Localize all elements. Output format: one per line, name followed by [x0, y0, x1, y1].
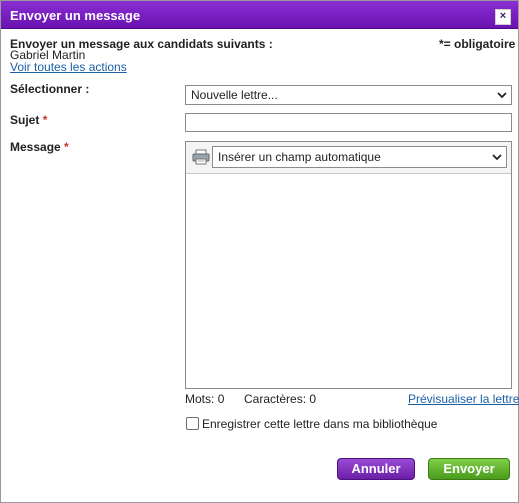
- word-count: Mots: 0: [185, 392, 224, 406]
- required-star: *: [64, 140, 69, 154]
- char-count: Caractères: 0: [244, 392, 316, 406]
- save-to-library-label: Enregistrer cette lettre dans ma bibliot…: [202, 417, 438, 431]
- subject-label-text: Sujet: [10, 113, 40, 127]
- message-editor: Insérer un champ automatique: [185, 141, 512, 389]
- close-icon[interactable]: ×: [500, 10, 506, 22]
- word-count-value: 0: [217, 392, 225, 406]
- subject-label: Sujet *: [10, 113, 47, 127]
- subject-input[interactable]: [185, 113, 512, 132]
- save-to-library-checkbox[interactable]: [186, 417, 199, 430]
- dialog-title: Envoyer un message: [10, 8, 141, 23]
- message-body-textarea[interactable]: [186, 174, 511, 388]
- view-all-actions-link[interactable]: Voir toutes les actions: [10, 60, 127, 74]
- close-button[interactable]: ×: [495, 9, 511, 25]
- dialog-titlebar: Envoyer un message ×: [1, 1, 518, 29]
- char-count-label: Caractères:: [244, 392, 307, 406]
- required-note: *= obligatoire: [439, 37, 516, 51]
- message-label: Message *: [10, 140, 69, 154]
- send-message-dialog: Envoyer un message × Envoyer un message …: [0, 0, 519, 503]
- select-label: Sélectionner :: [10, 82, 90, 96]
- message-label-text: Message: [10, 140, 61, 154]
- letter-template-select[interactable]: Nouvelle lettre...: [185, 85, 512, 105]
- send-button[interactable]: Envoyer: [428, 458, 510, 480]
- preview-letter-link[interactable]: Prévisualiser la lettre: [408, 392, 519, 406]
- chevron-down-icon: [497, 92, 507, 99]
- word-count-label: Mots:: [185, 392, 215, 406]
- insert-field-value: Insérer un champ automatique: [218, 150, 381, 164]
- print-icon[interactable]: [192, 149, 210, 165]
- letter-template-value: Nouvelle lettre...: [191, 88, 278, 102]
- editor-toolbar: Insérer un champ automatique: [186, 142, 511, 174]
- char-count-value: 0: [309, 392, 317, 406]
- required-star: *: [42, 113, 48, 127]
- insert-field-select[interactable]: Insérer un champ automatique: [212, 146, 507, 168]
- cancel-button[interactable]: Annuler: [337, 458, 415, 480]
- chevron-down-icon: [492, 154, 502, 161]
